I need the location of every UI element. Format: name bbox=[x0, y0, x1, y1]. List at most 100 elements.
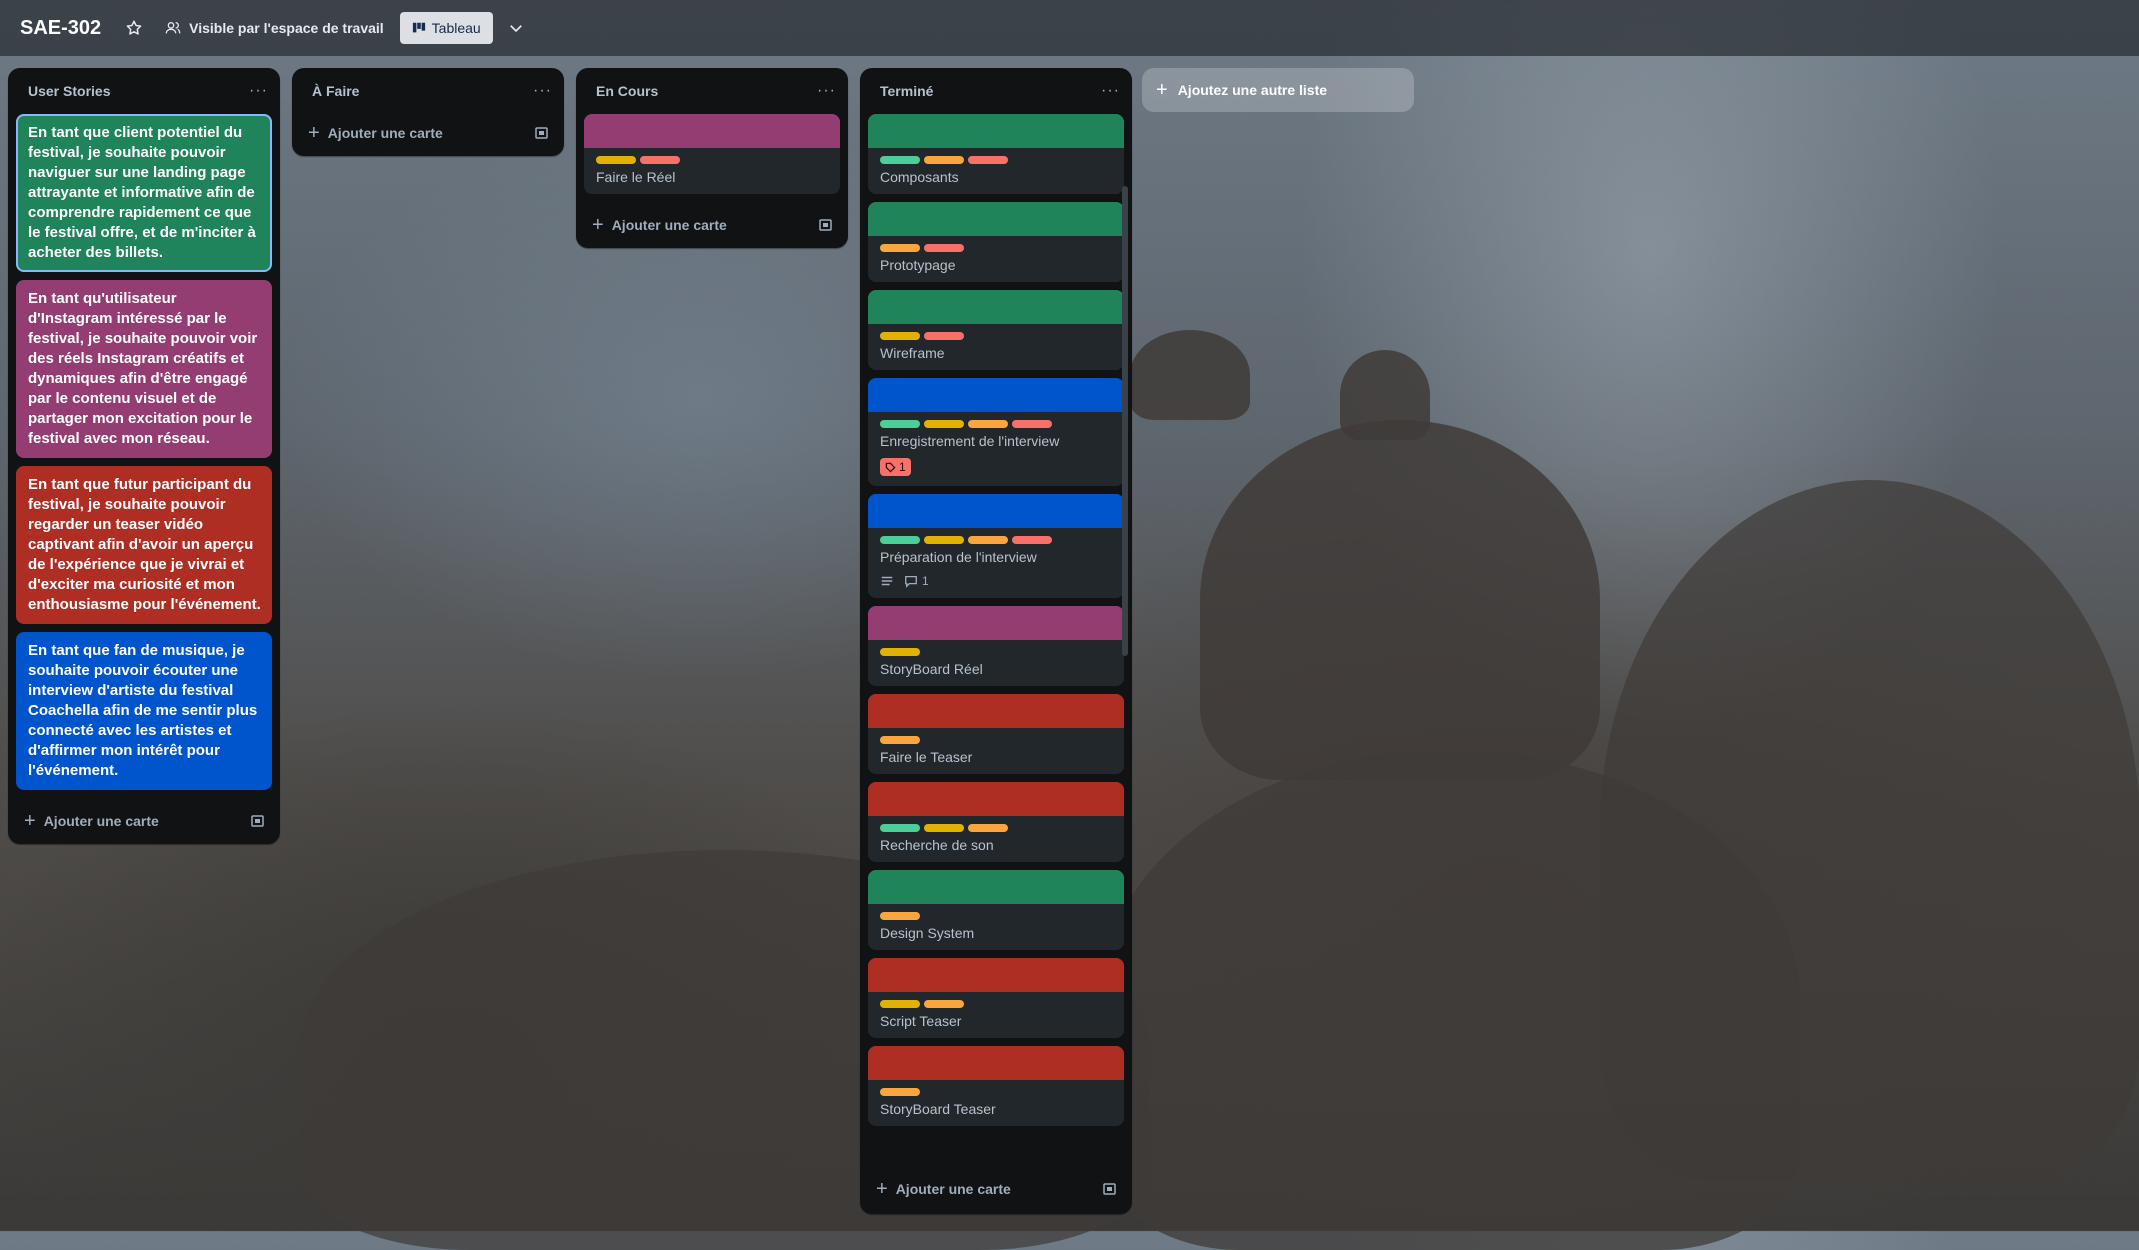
card-cover bbox=[868, 694, 1124, 728]
background-rock bbox=[1200, 420, 1600, 780]
list-menu-icon[interactable]: ··· bbox=[1101, 82, 1120, 100]
card[interactable]: Faire le Réel bbox=[584, 114, 840, 194]
card-title: Préparation de l'interview bbox=[880, 549, 1037, 565]
add-list-button[interactable]: + Ajoutez une autre liste bbox=[1142, 68, 1414, 112]
view-label: Tableau bbox=[431, 20, 481, 36]
comment-icon bbox=[905, 575, 917, 588]
label bbox=[880, 156, 920, 164]
board-header: SAE-302 Visible par l'espace de travail … bbox=[0, 0, 2139, 56]
card-template-icon[interactable] bbox=[818, 217, 834, 233]
board-icon bbox=[412, 22, 425, 33]
card[interactable]: Design System bbox=[868, 870, 1124, 950]
card[interactable]: Recherche de son bbox=[868, 782, 1124, 862]
story-card[interactable]: En tant qu'utilisateur d'Instagram intér… bbox=[16, 280, 272, 458]
add-card-button[interactable]: + Ajouter une carte bbox=[24, 810, 159, 833]
list-a-faire: À Faire ··· + Ajouter une carte bbox=[292, 68, 564, 156]
card-title: StoryBoard Réel bbox=[880, 661, 983, 677]
board-title[interactable]: SAE-302 bbox=[20, 17, 101, 40]
star-icon[interactable] bbox=[125, 19, 143, 37]
label bbox=[968, 420, 1008, 428]
due-badge[interactable]: 1 bbox=[880, 458, 911, 476]
visibility-label: Visible par l'espace de travail bbox=[189, 20, 384, 36]
label bbox=[880, 244, 920, 252]
card-title: Composants bbox=[880, 169, 959, 185]
card-title: Prototypage bbox=[880, 257, 956, 273]
card-cover bbox=[868, 290, 1124, 324]
label bbox=[968, 536, 1008, 544]
description-icon bbox=[881, 576, 893, 586]
label bbox=[924, 156, 964, 164]
label bbox=[880, 648, 920, 656]
add-card-button[interactable]: + Ajouter une carte bbox=[308, 122, 443, 145]
card[interactable]: StoryBoard Réel bbox=[868, 606, 1124, 686]
card-template-icon[interactable] bbox=[250, 813, 266, 829]
list-title[interactable]: En Cours bbox=[596, 83, 658, 99]
label bbox=[880, 536, 920, 544]
background-rock bbox=[1100, 750, 1800, 1250]
card-template-icon[interactable] bbox=[1102, 1181, 1118, 1197]
list-termine: Terminé ··· Composants Prototypage Wiref… bbox=[860, 68, 1132, 1214]
card[interactable]: Composants bbox=[868, 114, 1124, 194]
card-cover bbox=[584, 114, 840, 148]
card-cover bbox=[868, 782, 1124, 816]
card-cover bbox=[868, 202, 1124, 236]
card-cover bbox=[868, 1046, 1124, 1080]
card-cover bbox=[868, 494, 1124, 528]
add-card-button[interactable]: + Ajouter une carte bbox=[592, 214, 727, 237]
card-title: StoryBoard Teaser bbox=[880, 1101, 996, 1117]
list-title[interactable]: Terminé bbox=[880, 83, 933, 99]
label bbox=[924, 824, 964, 832]
card-cover bbox=[868, 378, 1124, 412]
card[interactable]: Enregistrement de l'interview 1 bbox=[868, 378, 1124, 486]
label bbox=[880, 912, 920, 920]
label bbox=[968, 156, 1008, 164]
comments-badge: 1 bbox=[904, 574, 929, 588]
list-scrollbar[interactable] bbox=[1122, 186, 1128, 656]
label bbox=[924, 536, 964, 544]
card[interactable]: Faire le Teaser bbox=[868, 694, 1124, 774]
list-user-stories: User Stories ··· En tant que client pote… bbox=[8, 68, 280, 844]
story-card[interactable]: En tant que fan de musique, je souhaite … bbox=[16, 632, 272, 790]
list-menu-icon[interactable]: ··· bbox=[817, 82, 836, 100]
card-cover bbox=[868, 870, 1124, 904]
label bbox=[596, 156, 636, 164]
card-template-icon[interactable] bbox=[534, 125, 550, 141]
board-view-button[interactable]: Tableau bbox=[399, 12, 493, 44]
label bbox=[1012, 536, 1052, 544]
card[interactable]: Prototypage bbox=[868, 202, 1124, 282]
label bbox=[924, 244, 964, 252]
story-card[interactable]: En tant que futur participant du festiva… bbox=[16, 466, 272, 624]
card[interactable]: Script Teaser bbox=[868, 958, 1124, 1038]
label bbox=[880, 824, 920, 832]
label bbox=[880, 736, 920, 744]
tag-icon bbox=[885, 462, 896, 473]
plus-icon: + bbox=[1156, 78, 1168, 101]
card-title: Recherche de son bbox=[880, 837, 994, 853]
card-title: Faire le Réel bbox=[596, 169, 676, 185]
card-title: Script Teaser bbox=[880, 1013, 962, 1029]
label bbox=[924, 1000, 964, 1008]
list-title[interactable]: User Stories bbox=[28, 83, 110, 99]
card-title: Enregistrement de l'interview bbox=[880, 433, 1060, 449]
card-cover bbox=[868, 114, 1124, 148]
list-title[interactable]: À Faire bbox=[312, 83, 359, 99]
card[interactable]: Préparation de l'interview 1 bbox=[868, 494, 1124, 598]
label bbox=[880, 1000, 920, 1008]
visibility-button[interactable]: Visible par l'espace de travail bbox=[165, 20, 384, 36]
add-card-button[interactable]: + Ajouter une carte bbox=[876, 1178, 1011, 1201]
card[interactable]: Wireframe bbox=[868, 290, 1124, 370]
people-icon bbox=[165, 22, 181, 34]
list-menu-icon[interactable]: ··· bbox=[249, 82, 268, 100]
add-list-label: Ajoutez une autre liste bbox=[1177, 82, 1328, 98]
list-menu-icon[interactable]: ··· bbox=[533, 82, 552, 100]
card[interactable]: StoryBoard Teaser bbox=[868, 1046, 1124, 1126]
story-card[interactable]: En tant que client potentiel du festival… bbox=[16, 114, 272, 272]
label bbox=[880, 332, 920, 340]
card-title: Design System bbox=[880, 925, 975, 941]
label bbox=[640, 156, 680, 164]
card-title: Faire le Teaser bbox=[880, 749, 973, 765]
list-en-cours: En Cours ··· Faire le Réel + Ajouter une … bbox=[576, 68, 848, 248]
chevron-down-icon[interactable] bbox=[507, 19, 525, 37]
card-cover bbox=[868, 958, 1124, 992]
label bbox=[924, 332, 964, 340]
